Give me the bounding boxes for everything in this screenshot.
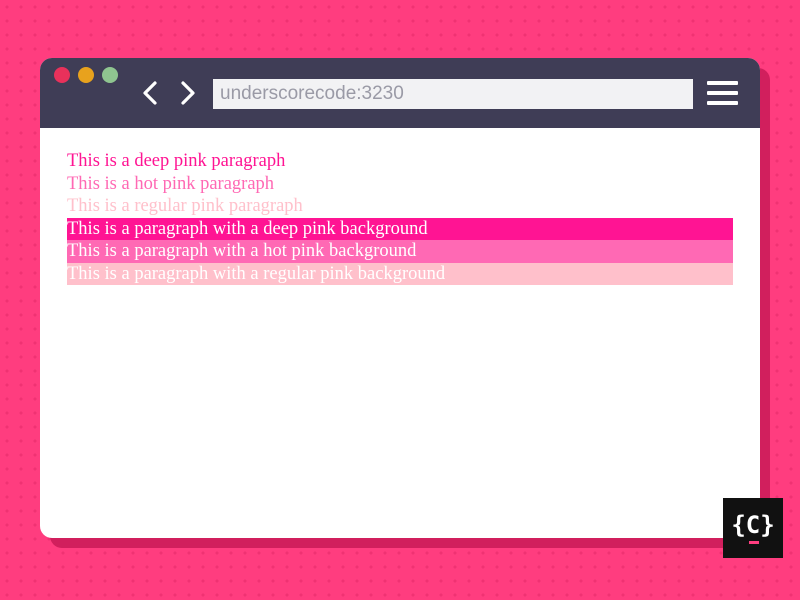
menu-line xyxy=(707,91,738,95)
window-minimize-dot[interactable] xyxy=(78,67,94,83)
pink-background-paragraph: This is a paragraph with a regular pink … xyxy=(67,262,733,285)
underscorecode-logo: {C} xyxy=(723,498,783,558)
chevron-left-icon xyxy=(143,81,157,105)
hamburger-menu-icon[interactable] xyxy=(707,80,739,106)
page-content: This is a deep pink paragraph This is a … xyxy=(67,150,733,285)
back-button[interactable] xyxy=(138,80,162,106)
browser-window: underscorecode:3230 This is a deep pink … xyxy=(40,58,760,538)
hot-pink-paragraph: This is a hot pink paragraph xyxy=(67,173,275,194)
window-close-dot[interactable] xyxy=(54,67,70,83)
browser-titlebar: underscorecode:3230 xyxy=(40,58,760,128)
logo-underscore xyxy=(749,541,759,544)
pink-paragraph: This is a regular pink paragraph xyxy=(67,196,303,216)
address-bar[interactable]: underscorecode:3230 xyxy=(213,79,693,109)
logo-text: {C} xyxy=(731,511,775,539)
hot-pink-background-paragraph: This is a paragraph with a hot pink back… xyxy=(67,240,733,263)
forward-button[interactable] xyxy=(176,80,200,106)
menu-line xyxy=(707,101,738,105)
chevron-right-icon xyxy=(181,81,195,105)
deep-pink-paragraph: This is a deep pink paragraph xyxy=(67,151,286,171)
menu-line xyxy=(707,81,738,85)
deep-pink-background-paragraph: This is a paragraph with a deep pink bac… xyxy=(67,217,733,240)
window-maximize-dot[interactable] xyxy=(102,67,118,83)
